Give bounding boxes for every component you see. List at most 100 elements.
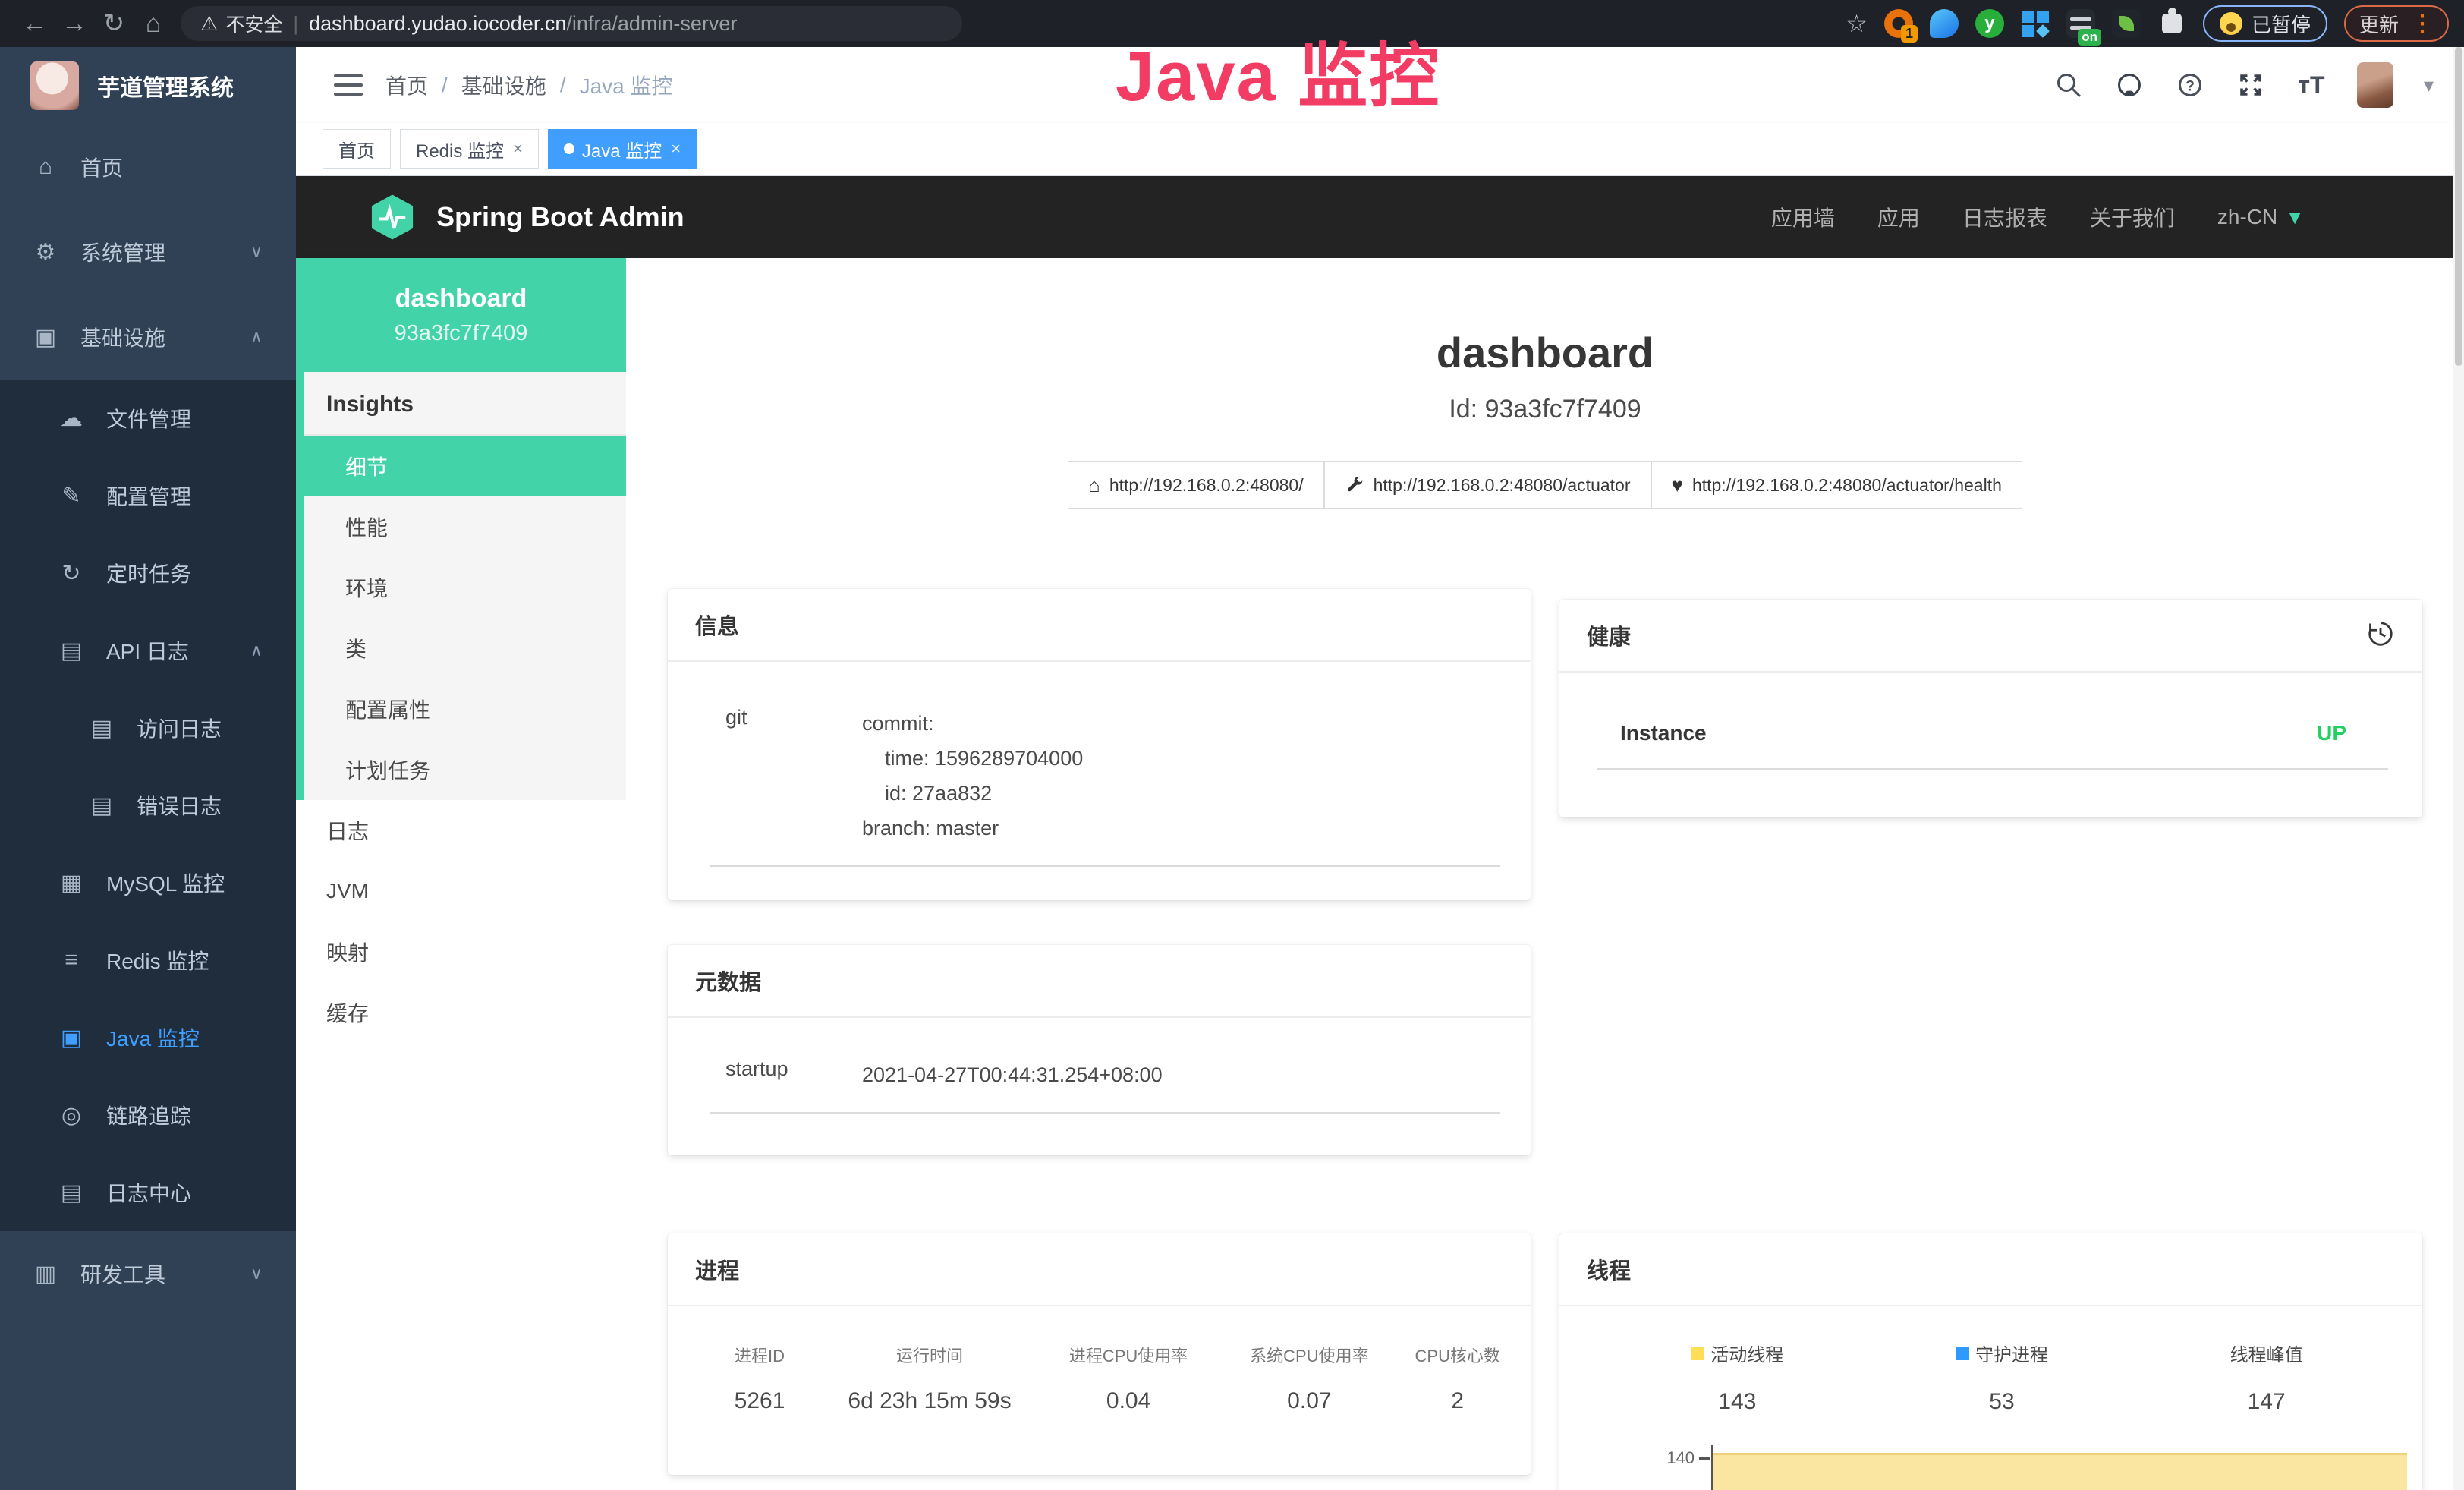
sba-nav-journal[interactable]: 日志报表 <box>1962 202 2047 232</box>
extension-orange-icon[interactable]: 1 <box>1884 9 1913 38</box>
sidebar-item-mysql-monitor[interactable]: ▦ MySQL 监控 <box>0 844 296 921</box>
info-value: commit: time: 1596289704000 id: 27aa832 … <box>862 706 1500 846</box>
live-threads-swatch <box>1691 1347 1704 1360</box>
address-bar[interactable]: ⚠ 不安全 | dashboard.yudao.iocoder.cn/infra… <box>181 6 962 41</box>
daemon-threads-swatch <box>1956 1347 1969 1360</box>
sba-nav-wallboard[interactable]: 应用墙 <box>1771 202 1835 232</box>
url-separator: | <box>293 12 298 36</box>
profile-paused-pill[interactable]: 已暂停 <box>2203 5 2327 42</box>
sba-menu-environment[interactable]: 环境 <box>304 557 626 618</box>
sba-menu-details[interactable]: 细节 <box>304 436 626 496</box>
locale-selector[interactable]: zh-CN ▼ <box>2217 205 2305 229</box>
sidebar-item-error-log[interactable]: ▤ 错误日志 <box>0 767 296 844</box>
extension-leaf-icon[interactable] <box>2112 9 2141 38</box>
home-icon[interactable]: ⌂ <box>134 9 173 39</box>
sba-menu-scheduled-tasks[interactable]: 计划任务 <box>304 739 626 800</box>
health-instance-label: Instance <box>1620 721 1707 745</box>
sba-nav-about[interactable]: 关于我们 <box>2090 202 2175 232</box>
bookmark-star-icon[interactable]: ☆ <box>1846 9 1868 38</box>
tab-java-monitor[interactable]: Java 监控 × <box>548 129 697 169</box>
sidebar-item-file-mgmt[interactable]: ☁ 文件管理 <box>0 380 296 457</box>
instance-header[interactable]: dashboard 93a3fc7f7409 <box>296 258 626 372</box>
history-icon[interactable] <box>2366 619 2395 652</box>
management-url-button[interactable]: http://192.168.0.2:48080/actuator <box>1324 461 1651 509</box>
sba-menu-metrics[interactable]: 性能 <box>304 496 626 557</box>
health-card-title: 健康 <box>1587 619 1631 651</box>
sidebar-item-redis-monitor[interactable]: ≡ Redis 监控 <box>0 921 296 999</box>
tab-redis-monitor[interactable]: Redis 监控 × <box>400 129 539 169</box>
sidebar-item-home[interactable]: ⌂ 首页 <box>0 124 296 209</box>
health-card: 健康 Instance UP <box>1559 600 2422 817</box>
sba-sidebar: dashboard 93a3fc7f7409 Insights 细节 性能 环境… <box>296 258 626 1490</box>
close-icon[interactable]: × <box>513 139 523 159</box>
java-monitor-icon: ▣ <box>55 1025 88 1051</box>
app-logo-row[interactable]: 芋道管理系统 <box>0 47 296 124</box>
sidebar-item-api-log[interactable]: ▤ API 日志 ∧ <box>0 612 296 689</box>
health-url-button[interactable]: ♥ http://192.168.0.2:48080/actuator/heal… <box>1651 461 2022 509</box>
sba-nav-applications[interactable]: 应用 <box>1877 202 1920 232</box>
threads-chart-plot <box>1711 1445 2410 1490</box>
fullscreen-icon[interactable] <box>2236 70 2266 100</box>
search-icon[interactable] <box>2053 70 2084 100</box>
font-size-icon[interactable]: тT <box>2296 70 2327 100</box>
threads-card-title: 线程 <box>1587 1253 1631 1285</box>
sidebar-collapse-icon[interactable] <box>334 74 363 96</box>
svg-text:?: ? <box>2186 78 2195 95</box>
browser-menu-icon[interactable]: ⋮ <box>2411 11 2434 37</box>
user-avatar[interactable] <box>2357 62 2393 108</box>
tab-home[interactable]: 首页 <box>323 129 391 169</box>
sba-menu-caches[interactable]: 缓存 <box>296 982 626 1043</box>
app-title: 芋道管理系统 <box>97 69 234 102</box>
breadcrumb-infra[interactable]: 基础设施 <box>461 70 546 100</box>
sidebar-item-tracing[interactable]: ◎ 链路追踪 <box>0 1076 296 1154</box>
sidebar-item-config-mgmt[interactable]: ✎ 配置管理 <box>0 457 296 534</box>
sidebar-item-log-center[interactable]: ▤ 日志中心 <box>0 1154 296 1231</box>
edit-icon: ✎ <box>55 483 88 509</box>
extension-switch-icon[interactable]: on <box>2066 9 2095 38</box>
sidebar-item-access-log[interactable]: ▤ 访问日志 <box>0 689 296 767</box>
info-key: git <box>725 706 862 846</box>
instance-id: 93a3fc7f7409 <box>395 321 528 346</box>
service-url-button[interactable]: ⌂ http://192.168.0.2:48080/ <box>1068 461 1324 509</box>
home-icon: ⌂ <box>1088 474 1100 497</box>
history-icon: ↻ <box>55 560 88 587</box>
instance-links: ⌂ http://192.168.0.2:48080/ http://192.1… <box>626 461 2464 509</box>
sba-menu-logging[interactable]: 日志 <box>296 800 626 861</box>
extension-pin-icon[interactable] <box>1930 9 1959 38</box>
process-table: 进程ID5261 运行时间6d 23h 15m 59s 进程CPU使用率0.04… <box>668 1306 1531 1414</box>
extensions-puzzle-icon[interactable] <box>2157 9 2186 38</box>
close-icon[interactable]: × <box>671 139 681 159</box>
log-icon: ▤ <box>55 1180 88 1206</box>
breadcrumb-home[interactable]: 首页 <box>385 70 428 100</box>
extension-green-icon[interactable]: y <box>1975 9 2004 38</box>
annotation-java-monitor: Java 监控 <box>1116 20 1440 121</box>
database-icon: ▦ <box>55 870 88 896</box>
insights-group: Insights 细节 性能 环境 类 配置属性 计划任务 <box>296 372 626 800</box>
github-icon[interactable] <box>2114 70 2145 100</box>
extension-grid-icon[interactable] <box>2021 9 2050 38</box>
chevron-up-icon: ∧ <box>250 327 263 347</box>
metadata-key: startup <box>725 1057 862 1092</box>
sba-brand-title: Spring Boot Admin <box>436 201 684 233</box>
scrollbar-thumb[interactable] <box>2455 47 2462 366</box>
user-menu-caret-icon[interactable]: ▾ <box>2424 74 2434 97</box>
sidebar-item-java-monitor[interactable]: ▣ Java 监控 <box>0 999 296 1076</box>
sidebar-item-infrastructure[interactable]: ▣ 基础设施 ∧ <box>0 295 296 380</box>
sba-menu-jvm[interactable]: JVM <box>296 861 626 921</box>
sidebar-item-dev-tools[interactable]: ▥ 研发工具 ∨ <box>0 1231 296 1316</box>
sba-menu-config-props[interactable]: 配置属性 <box>304 679 626 739</box>
reload-icon[interactable]: ↻ <box>94 8 134 39</box>
sba-menu-classes[interactable]: 类 <box>304 618 626 679</box>
sidebar-item-scheduled-jobs[interactable]: ↻ 定时任务 <box>0 534 296 612</box>
metadata-value: 2021-04-27T00:44:31.254+08:00 <box>862 1057 1500 1092</box>
sba-main-content: dashboard Id: 93a3fc7f7409 ⌂ http://192.… <box>626 258 2464 1490</box>
process-card: 进程 进程ID5261 运行时间6d 23h 15m 59s 进程CPU使用率0… <box>668 1233 1531 1475</box>
forward-icon[interactable]: → <box>55 9 94 39</box>
locale-caret-icon: ▼ <box>2285 206 2305 229</box>
page-scrollbar[interactable] <box>2453 47 2464 1490</box>
sidebar-item-system-mgmt[interactable]: ⚙ 系统管理 ∨ <box>0 209 296 295</box>
browser-update-button[interactable]: 更新 ⋮ <box>2344 5 2449 42</box>
sba-menu-mappings[interactable]: 映射 <box>296 921 626 982</box>
back-icon[interactable]: ← <box>15 9 55 39</box>
help-icon[interactable]: ? <box>2175 70 2205 100</box>
